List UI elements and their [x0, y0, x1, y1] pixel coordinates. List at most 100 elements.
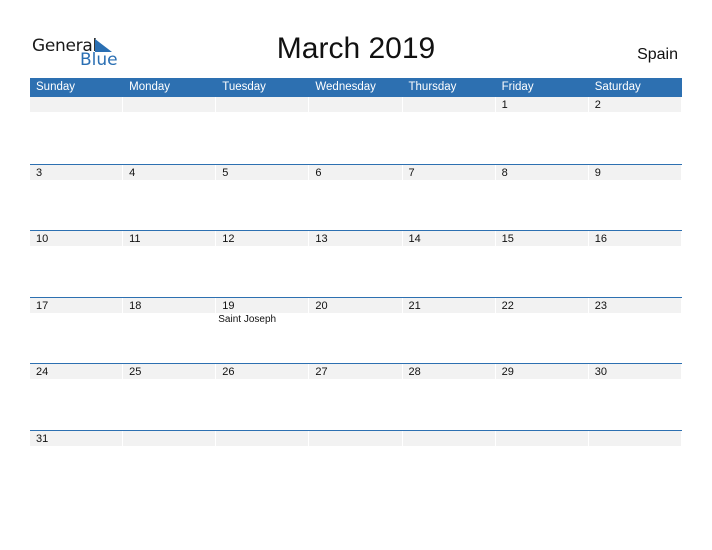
day-strip: [216, 164, 309, 180]
day-cell: 23: [588, 297, 682, 364]
day-number: 29: [501, 366, 514, 379]
day-cell: 19 Saint Joseph: [216, 297, 309, 364]
day-cell: [216, 430, 309, 497]
day-number: 9: [594, 166, 601, 179]
day-cell: [216, 97, 309, 164]
day-cell: 27: [309, 364, 402, 430]
weekday-header: Sunday Monday Tuesday Wednesday Thursday…: [30, 78, 682, 97]
day-cell: 1: [495, 97, 589, 164]
day-strip: [588, 430, 681, 446]
day-strip: [30, 164, 123, 180]
day-cell: 24: [30, 364, 123, 430]
day-number: 13: [315, 233, 328, 246]
day-cell: 17: [30, 297, 123, 364]
day-strip: [402, 97, 495, 112]
day-number: 16: [594, 233, 607, 246]
country-label: Spain: [637, 46, 678, 63]
day-cell: [309, 430, 402, 497]
weekday-friday: Friday: [501, 81, 534, 93]
day-strip: [30, 97, 123, 112]
day-cell: 13: [309, 231, 402, 297]
day-cell: 28: [402, 364, 496, 430]
weeks-container: 1 2 3 4 5 6 7 8 9 10 11 12 13 14 15 16 17 18 19 Saint Josep…: [30, 97, 682, 497]
day-strip: [402, 430, 495, 446]
day-cell: 25: [123, 364, 216, 430]
day-cell: [495, 430, 589, 497]
week-row: 10 11 12 13 14 15 16: [30, 230, 682, 297]
day-cell: 26: [216, 364, 309, 430]
day-number: 18: [129, 299, 142, 312]
day-number: 15: [501, 233, 514, 246]
day-cell: 30: [588, 364, 682, 430]
day-cell: 15: [495, 231, 589, 297]
weekday-wednesday: Wednesday: [315, 81, 376, 93]
day-strip: [495, 164, 588, 180]
weekday-sunday: Sunday: [36, 81, 76, 93]
week-row: 17 18 19 Saint Joseph 20 21 22 23: [30, 296, 682, 364]
day-number: 17: [36, 299, 49, 312]
day-number: 2: [594, 99, 601, 111]
day-number: 21: [408, 299, 421, 312]
day-strip: [216, 430, 309, 446]
day-strip: [588, 164, 681, 180]
day-number: 6: [315, 166, 322, 179]
day-strip: [402, 164, 495, 180]
page-title: March 2019: [276, 32, 436, 65]
day-cell: [123, 430, 216, 497]
day-number: 7: [408, 166, 415, 179]
day-strip: [216, 97, 309, 112]
day-cell: 14: [402, 231, 496, 297]
day-cell: [402, 430, 496, 497]
day-number: 11: [129, 233, 141, 246]
day-number: 20: [315, 299, 328, 312]
day-number: 31: [36, 432, 49, 445]
day-strip: [309, 97, 402, 112]
day-number: 30: [594, 366, 607, 379]
day-cell: 10: [30, 231, 123, 297]
day-cell: 21: [402, 297, 496, 364]
day-cell: 11: [123, 231, 216, 297]
week-row: 31: [30, 429, 682, 497]
day-number: 12: [222, 233, 235, 246]
day-cell: 9: [588, 164, 682, 231]
weekday-monday: Monday: [129, 81, 171, 93]
day-strip: [588, 97, 681, 112]
day-number: 19: [222, 299, 235, 312]
day-cell: 31: [30, 430, 123, 497]
day-number: 10: [36, 233, 49, 246]
day-cell: 16: [588, 231, 682, 297]
day-cell: [402, 97, 496, 164]
day-number: 23: [594, 299, 607, 312]
day-cell: 18: [123, 297, 216, 364]
day-number: 1: [501, 99, 508, 111]
day-strip: [123, 430, 216, 446]
day-number: 26: [222, 366, 235, 379]
weekday-saturday: Saturday: [594, 81, 641, 93]
day-number: 24: [36, 366, 49, 379]
day-number: 3: [36, 166, 43, 179]
day-strip: [309, 430, 402, 446]
day-cell: [30, 97, 123, 164]
day-cell: 12: [216, 231, 309, 297]
day-cell: 20: [309, 297, 402, 364]
week-row: 3 4 5 6 7 8 9: [30, 163, 682, 231]
day-cell: 29: [495, 364, 589, 430]
day-cell: [309, 97, 402, 164]
weekday-tuesday: Tuesday: [222, 81, 266, 93]
day-cell: [123, 97, 216, 164]
day-strip: [495, 430, 588, 446]
week-row: 24 25 26 27 28 29 30: [30, 363, 682, 430]
weekday-thursday: Thursday: [408, 81, 457, 93]
week-row: 12: [30, 97, 682, 164]
day-cell: 7: [402, 164, 496, 231]
day-number: 14: [408, 233, 421, 246]
day-cell: 8: [495, 164, 589, 231]
day-cell: 2: [588, 97, 682, 164]
day-number: 8: [501, 166, 508, 179]
day-cell: 6: [309, 164, 402, 231]
day-cell: 22: [495, 297, 589, 364]
day-number: 4: [129, 166, 136, 179]
day-number: 22: [501, 299, 514, 312]
day-strip: [309, 164, 402, 180]
day-strip: [123, 164, 216, 180]
